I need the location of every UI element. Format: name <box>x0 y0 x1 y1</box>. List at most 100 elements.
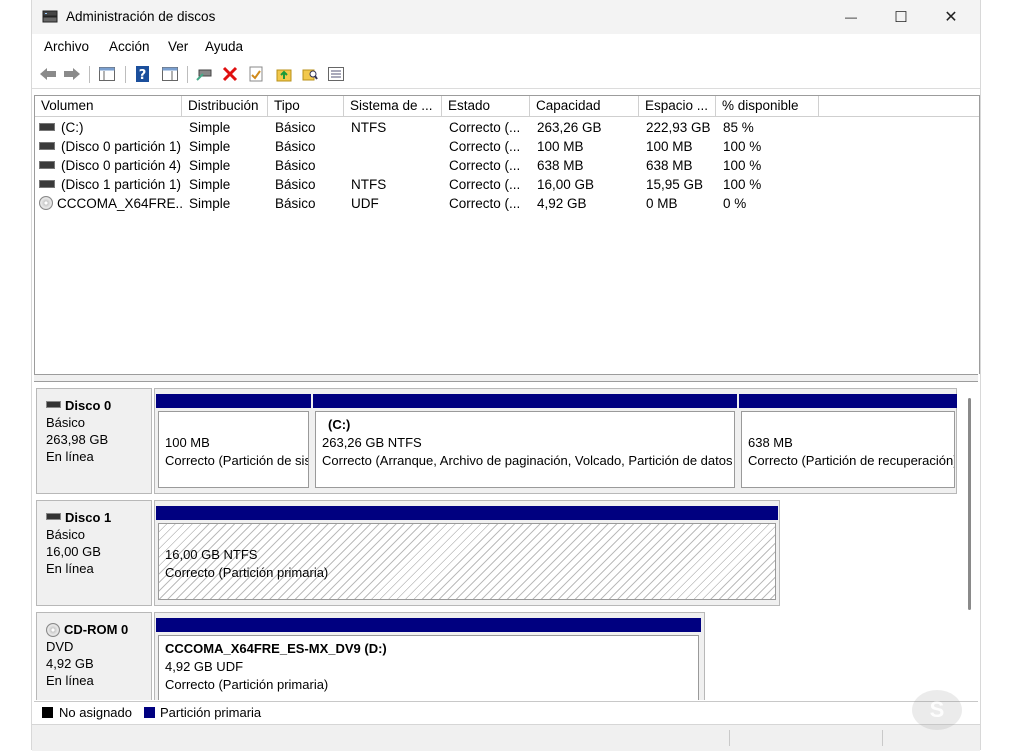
volume-list: Volumen Distribución Tipo Sistema de ...… <box>34 95 980 374</box>
checklist-icon[interactable] <box>247 65 265 83</box>
search-folder-icon[interactable] <box>301 65 319 83</box>
disk-management-app-icon <box>42 10 58 23</box>
cell-sistema: NTFS <box>351 177 387 192</box>
connect-drive-icon[interactable] <box>195 65 213 83</box>
hard-disk-icon <box>46 401 61 409</box>
partition-status: Correcto (Partición de recuperación) <box>748 453 955 468</box>
disk-volume-icon <box>39 161 55 170</box>
back-arrow-icon[interactable] <box>39 65 57 83</box>
disk-0-label[interactable]: Disco 0 Básico 263,98 GB En línea <box>36 388 152 494</box>
disk-name: Disco 0 <box>65 398 112 413</box>
partition-disk1-primary[interactable]: 16,00 GB NTFS Correcto (Partición primar… <box>156 506 778 602</box>
minimize-icon: — <box>845 10 857 24</box>
cell-espacio: 222,93 GB <box>646 120 711 135</box>
disk-name: Disco 1 <box>65 510 112 525</box>
disk-type: DVD <box>46 639 74 654</box>
cell-volumen: (Disco 0 partición 1) <box>35 137 182 156</box>
disk-status: En línea <box>46 673 94 688</box>
status-bar <box>32 724 980 751</box>
partition-info: 638 MB Correcto (Partición de recuperaci… <box>741 411 955 488</box>
partition-bar <box>156 618 701 632</box>
cell-distribucion: Simple <box>189 177 231 192</box>
disk-size: 4,92 GB <box>46 656 94 671</box>
cd-rom-volume-icon <box>39 196 53 211</box>
cell-estado: Correcto (... <box>449 139 521 154</box>
cell-capacidad: 100 MB <box>537 139 584 154</box>
column-distribucion[interactable]: Distribución <box>182 96 268 116</box>
partition-size: 100 MB <box>165 435 210 450</box>
partition-info: CCCOMA_X64FRE_ES-MX_DV9 (D:) 4,92 GB UDF… <box>158 635 699 700</box>
minimize-button[interactable]: — <box>828 0 874 34</box>
disk-volume-icon <box>39 123 55 132</box>
menu-bar: Archivo Acción Ver Ayuda <box>32 34 980 60</box>
disk-pane-scrollbar[interactable] <box>968 398 971 610</box>
column-porcentaje-disponible[interactable]: % disponible <box>716 96 819 116</box>
partition-bar <box>313 394 737 408</box>
column-espacio-disponible[interactable]: Espacio ... <box>639 96 716 116</box>
console-tree-icon[interactable] <box>98 65 116 83</box>
folder-up-icon[interactable] <box>275 65 293 83</box>
partition-cdrom-d[interactable]: CCCOMA_X64FRE_ES-MX_DV9 (D:) 4,92 GB UDF… <box>156 618 701 700</box>
cdrom-0-label[interactable]: CD-ROM 0 DVD 4,92 GB En línea <box>36 612 152 700</box>
forward-arrow-icon[interactable] <box>63 65 81 83</box>
partition-bar <box>156 506 778 520</box>
cell-porcentaje: 100 % <box>723 158 762 173</box>
partition-bar <box>739 394 957 408</box>
cd-rom-icon <box>46 622 60 637</box>
disk-1-partitions: 16,00 GB NTFS Correcto (Partición primar… <box>154 500 780 606</box>
column-volumen[interactable]: Volumen <box>35 96 182 116</box>
cell-estado: Correcto (... <box>449 177 521 192</box>
column-tipo[interactable]: Tipo <box>268 96 344 116</box>
partition-disk0-efi[interactable]: 100 MB Correcto (Partición de sistema EF… <box>156 394 311 490</box>
partition-disk0-recovery[interactable]: 638 MB Correcto (Partición de recuperaci… <box>739 394 957 490</box>
properties-view-icon[interactable] <box>161 65 179 83</box>
column-estado[interactable]: Estado <box>442 96 530 116</box>
delete-icon[interactable] <box>221 65 239 83</box>
cell-volumen: (Disco 1 partición 1) <box>35 175 182 194</box>
partition-status: Correcto (Arranque, Archivo de paginació… <box>322 453 734 468</box>
cell-sistema <box>344 156 442 175</box>
column-capacidad[interactable]: Capacidad <box>530 96 639 116</box>
cell-volumen: (C:) <box>35 118 182 137</box>
cell-tipo: Básico <box>275 177 316 192</box>
partition-status: Correcto (Partición primaria) <box>165 677 329 692</box>
svg-text:?: ? <box>139 68 147 82</box>
menu-accion[interactable]: Acción <box>109 39 150 54</box>
list-view-icon[interactable] <box>327 65 345 83</box>
cell-volumen-text: (Disco 1 partición 1) <box>61 177 182 192</box>
menu-archivo[interactable]: Archivo <box>44 39 89 54</box>
disk-name: CD-ROM 0 <box>64 622 129 637</box>
cell-capacidad: 16,00 GB <box>537 177 595 192</box>
table-row[interactable]: (C:) Simple Básico NTFS Correcto (... 26… <box>35 118 979 137</box>
cell-estado: Correcto (... <box>449 196 521 211</box>
partition-size: 4,92 GB UDF <box>165 659 244 674</box>
disk-1-label[interactable]: Disco 1 Básico 16,00 GB En línea <box>36 500 152 606</box>
menu-ayuda[interactable]: Ayuda <box>205 39 243 54</box>
disk-status: En línea <box>46 561 94 576</box>
pane-splitter[interactable] <box>34 374 978 382</box>
table-row[interactable]: (Disco 0 partición 4) Simple Básico Corr… <box>35 156 979 175</box>
help-icon[interactable]: ? <box>134 65 152 83</box>
maximize-button[interactable]: ☐ <box>878 0 924 34</box>
cell-porcentaje: 85 % <box>723 120 754 135</box>
partition-disk0-c[interactable]: (C:) 263,26 GB NTFS Correcto (Arranque, … <box>313 394 737 490</box>
status-separator <box>729 730 730 746</box>
close-button[interactable]: ✕ <box>928 0 974 34</box>
toolbar-separator <box>89 66 90 83</box>
table-row[interactable]: CCCOMA_X64FRE... Simple Básico UDF Corre… <box>35 194 979 213</box>
cell-capacidad: 263,26 GB <box>537 120 602 135</box>
toolbar-separator <box>125 66 126 83</box>
cell-tipo: Básico <box>275 196 316 211</box>
disk-size: 263,98 GB <box>46 432 109 447</box>
table-row[interactable]: (Disco 1 partición 1) Simple Básico NTFS… <box>35 175 979 194</box>
menu-ver[interactable]: Ver <box>168 39 188 54</box>
disk-management-window: Administración de discos — ☐ ✕ Archivo A… <box>31 0 981 751</box>
table-row[interactable]: (Disco 0 partición 1) Simple Básico Corr… <box>35 137 979 156</box>
column-sistema-archivos[interactable]: Sistema de ... <box>344 96 442 116</box>
close-icon: ✕ <box>944 9 958 26</box>
partition-info: 100 MB Correcto (Partición de sistema EF… <box>158 411 309 488</box>
cell-capacidad: 638 MB <box>537 158 584 173</box>
cell-porcentaje: 100 % <box>723 177 762 192</box>
cdrom-0-partitions: CCCOMA_X64FRE_ES-MX_DV9 (D:) 4,92 GB UDF… <box>154 612 705 700</box>
cell-tipo: Básico <box>275 120 316 135</box>
